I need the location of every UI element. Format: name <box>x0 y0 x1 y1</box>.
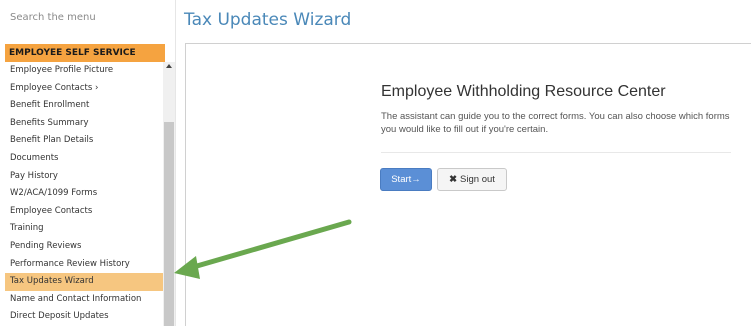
sidebar-item-documents[interactable]: Documents <box>5 150 163 168</box>
sidebar-menu: Employee Profile Picture Employee Contac… <box>5 62 163 326</box>
scrollbar-thumb[interactable] <box>164 122 174 326</box>
scroll-up-arrow-icon[interactable] <box>166 64 172 68</box>
sidebar-item-benefit-plan-details[interactable]: Benefit Plan Details <box>5 132 163 150</box>
sign-out-button[interactable]: ✖ Sign out <box>437 168 507 191</box>
page-title: Tax Updates Wizard <box>184 10 352 30</box>
sidebar-item-name-and-contact-information[interactable]: Name and Contact Information <box>5 291 163 309</box>
sidebar-item-w2-aca-1099-forms[interactable]: W2/ACA/1099 Forms <box>5 185 163 203</box>
content-title: Employee Withholding Resource Center <box>381 83 666 100</box>
sidebar-item-direct-deposit-updates[interactable]: Direct Deposit Updates <box>5 308 163 326</box>
sidebar-item-employee-contacts-expand[interactable]: Employee Contacts › <box>5 80 163 98</box>
sidebar-item-pending-reviews[interactable]: Pending Reviews <box>5 238 163 256</box>
start-button[interactable]: Start→ <box>380 168 432 191</box>
sidebar-item-benefits-summary[interactable]: Benefits Summary <box>5 115 163 133</box>
divider <box>381 152 731 153</box>
sidebar-item-performance-review-history[interactable]: Performance Review History <box>5 256 163 274</box>
sidebar-item-training[interactable]: Training <box>5 220 163 238</box>
sign-out-label: Sign out <box>460 174 495 185</box>
content-description: The assistant can guide you to the corre… <box>381 111 730 135</box>
section-header-employee-self-service[interactable]: EMPLOYEE SELF SERVICE <box>5 44 165 62</box>
close-icon: ✖ <box>449 174 458 185</box>
sidebar-item-benefit-enrollment[interactable]: Benefit Enrollment <box>5 97 163 115</box>
search-menu-input[interactable]: Search the menu <box>10 12 96 23</box>
arrow-right-icon: → <box>411 174 421 185</box>
sidebar: Search the menu EMPLOYEE SELF SERVICE Em… <box>0 0 176 326</box>
sidebar-item-tax-updates-wizard[interactable]: Tax Updates Wizard <box>5 273 163 291</box>
sidebar-item-employee-profile-picture[interactable]: Employee Profile Picture <box>5 62 163 80</box>
sidebar-item-pay-history[interactable]: Pay History <box>5 168 163 186</box>
sidebar-scrollbar[interactable] <box>163 62 175 326</box>
sidebar-item-employee-contacts[interactable]: Employee Contacts <box>5 203 163 221</box>
start-label: Start <box>391 174 412 185</box>
